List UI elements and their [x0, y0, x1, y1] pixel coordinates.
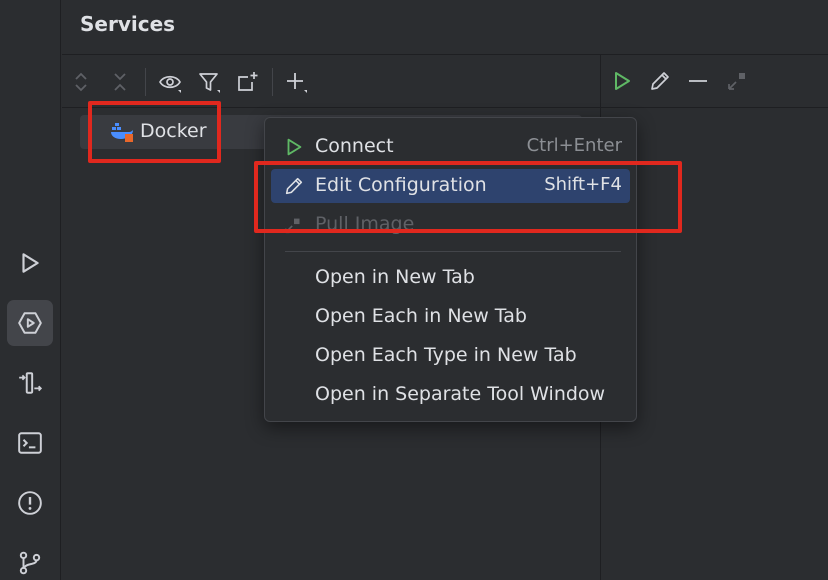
problems-tool-button[interactable] — [7, 480, 53, 526]
expand-all-button[interactable] — [66, 68, 96, 96]
context-menu: Connect Ctrl+Enter Edit Configuration Sh… — [264, 117, 637, 422]
collapse-all-icon — [114, 73, 126, 91]
run-button[interactable] — [607, 66, 637, 96]
add-icon — [287, 73, 307, 93]
toolbar-divider — [272, 68, 273, 96]
tree-item-label: Docker — [140, 120, 207, 142]
edit-button[interactable] — [645, 66, 675, 96]
menu-item-open-in-new-tab[interactable]: Open in New Tab — [271, 261, 630, 295]
minus-icon — [689, 80, 707, 82]
filter-button[interactable] — [194, 68, 224, 96]
menu-item-shortcut: Shift+F4 — [544, 174, 622, 195]
menu-item-open-each-in-new-tab[interactable]: Open Each in New Tab — [271, 300, 630, 334]
title-divider — [62, 54, 828, 55]
panel-title: Services — [80, 12, 176, 36]
menu-item-label: Open Each Type in New Tab — [315, 344, 577, 366]
run-icon — [287, 138, 302, 156]
menu-item-connect[interactable]: Connect Ctrl+Enter — [271, 130, 630, 164]
menu-item-label: Open in Separate Tool Window — [315, 383, 606, 405]
menu-item-open-in-separate-tool-window[interactable]: Open in Separate Tool Window — [271, 378, 630, 412]
deploy-tool-button[interactable] — [7, 360, 53, 406]
terminal-icon — [18, 432, 42, 454]
git-tool-button[interactable] — [7, 540, 53, 580]
left-tool-strip — [0, 0, 61, 580]
menu-item-shortcut: Ctrl+Enter — [526, 135, 622, 156]
minimize-button[interactable] — [683, 66, 713, 96]
filter-icon — [199, 73, 220, 93]
pencil-icon — [651, 72, 669, 90]
pull-image-icon — [284, 218, 300, 234]
docker-icon — [111, 123, 133, 142]
menu-item-label: Pull Image — [315, 213, 415, 235]
view-options-button[interactable] — [155, 68, 185, 96]
services-tool-button[interactable] — [7, 300, 53, 346]
menu-item-pull-image[interactable]: Pull Image — [271, 208, 630, 242]
toolbar-divider — [601, 107, 828, 108]
toolbar-divider — [62, 107, 600, 108]
run-icon — [22, 253, 39, 273]
menu-item-edit-configuration[interactable]: Edit Configuration Shift+F4 — [271, 169, 630, 203]
menu-item-label: Open Each in New Tab — [315, 305, 527, 327]
new-group-icon — [238, 72, 258, 91]
menu-item-open-each-type-in-new-tab[interactable]: Open Each Type in New Tab — [271, 339, 630, 373]
services-toolbar — [62, 62, 602, 102]
toolbar-divider — [145, 68, 146, 96]
collapse-all-button[interactable] — [105, 68, 135, 96]
menu-item-label: Open in New Tab — [315, 266, 475, 288]
menu-divider — [285, 251, 621, 252]
terminal-tool-button[interactable] — [7, 420, 53, 466]
expand-icon — [728, 73, 745, 90]
add-service-button[interactable] — [281, 68, 311, 96]
expand-all-icon — [75, 72, 87, 92]
pencil-icon — [285, 177, 303, 195]
new-group-button[interactable] — [232, 68, 262, 96]
menu-item-label: Edit Configuration — [315, 174, 487, 196]
eye-icon — [159, 75, 181, 93]
deploy-icon — [19, 372, 43, 394]
run-tool-button[interactable] — [7, 240, 53, 286]
run-icon — [615, 72, 630, 90]
menu-item-label: Connect — [315, 135, 394, 157]
problems-icon — [18, 491, 42, 515]
services-icon — [18, 312, 42, 334]
git-icon — [19, 551, 41, 575]
expand-button[interactable] — [722, 66, 752, 96]
